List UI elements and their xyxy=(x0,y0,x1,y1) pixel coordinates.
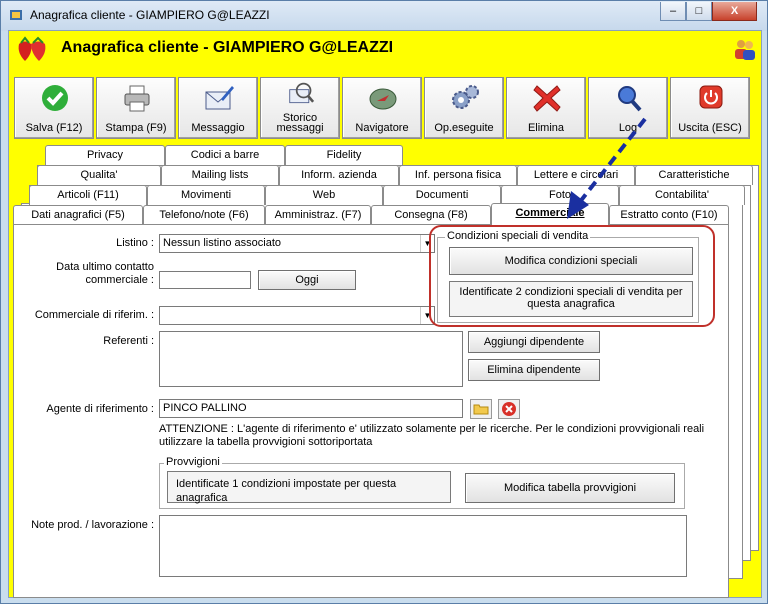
tab-mailing-lists[interactable]: Mailing lists xyxy=(161,165,279,185)
last-contact-label-2: commerciale : xyxy=(85,274,154,286)
save-label: Salva (F12) xyxy=(25,122,83,134)
client-area: Anagrafica cliente - GIAMPIERO G@LEAZZI … xyxy=(8,30,762,598)
tab-person-info[interactable]: Inf. persona fisica xyxy=(399,165,517,185)
agent-warning: ATTENZIONE : L'agente di riferimento e' … xyxy=(159,423,719,449)
folder-icon[interactable] xyxy=(470,399,492,419)
operations-label: Op.eseguite xyxy=(434,122,494,134)
strawberry-logo xyxy=(18,36,46,61)
tab-company-info[interactable]: Inform. azienda xyxy=(279,165,399,185)
search-envelope-icon xyxy=(289,82,315,104)
window-title: Anagrafica cliente - GIAMPIERO G@LEAZZI xyxy=(30,8,270,22)
message-label: Messaggio xyxy=(191,122,245,134)
commercial-select[interactable]: ▼ xyxy=(159,306,435,325)
red-x-icon xyxy=(533,85,561,112)
tab-delivery[interactable]: Consegna (F8) xyxy=(371,205,491,225)
tab-quality[interactable]: Qualita' xyxy=(37,165,161,185)
special-info-line-1: Identificate 2 condizioni speciali di ve… xyxy=(459,286,683,298)
listino-value: Nessun listino associato xyxy=(163,237,282,249)
provvigioni-title: Provvigioni xyxy=(164,456,222,468)
special-info-line-2: questa anagrafica xyxy=(527,298,615,310)
navigator-label: Navigatore xyxy=(355,122,409,134)
check-icon xyxy=(42,85,68,111)
tab-documents[interactable]: Documenti xyxy=(383,185,501,205)
exit-button[interactable]: Uscita (ESC) xyxy=(670,77,750,139)
header: Anagrafica cliente - GIAMPIERO G@LEAZZI xyxy=(9,31,761,67)
commercial-label: Commerciale di riferim. : xyxy=(34,309,154,321)
history-label-2: messaggi xyxy=(276,122,324,134)
envelope-pen-icon xyxy=(205,86,234,110)
notes-textarea[interactable] xyxy=(159,515,687,577)
message-button[interactable]: Messaggio xyxy=(178,77,258,139)
users-icon[interactable] xyxy=(733,37,757,61)
agent-field[interactable]: PINCO PALLINO xyxy=(159,399,463,418)
listino-label: Listino : xyxy=(116,237,154,249)
special-conditions-title: Condizioni speciali di vendita xyxy=(445,230,591,242)
special-conditions-info: Identificate 2 condizioni speciali di ve… xyxy=(449,281,693,317)
page-title: Anagrafica cliente - GIAMPIERO G@LEAZZI xyxy=(61,39,394,56)
tab-phone-notes[interactable]: Telefono/note (F6) xyxy=(143,205,265,225)
tab-barcodes[interactable]: Codici a barre xyxy=(165,145,285,165)
tab-web[interactable]: Web xyxy=(265,185,383,205)
remove-employee-button[interactable]: Elimina dipendente xyxy=(468,359,600,381)
warning-line-1: ATTENZIONE : L'agente di riferimento e' … xyxy=(159,423,705,435)
listino-select[interactable]: Nessun listino associato ▼ xyxy=(159,234,435,253)
warning-line-2: utilizzare la tabella provvigioni sottor… xyxy=(159,436,373,448)
referenti-list[interactable] xyxy=(159,331,463,387)
maximize-button[interactable]: □ xyxy=(686,2,712,21)
last-contact-label-1: Data ultimo contatto xyxy=(56,261,154,273)
clear-red-x-icon[interactable] xyxy=(498,399,520,419)
notes-label: Note prod. / lavorazione : xyxy=(31,519,154,531)
gears-icon xyxy=(452,85,479,109)
callout-arrow xyxy=(567,117,647,219)
referenti-label: Referenti : xyxy=(103,335,154,347)
printer-icon xyxy=(124,85,150,112)
tab-fidelity[interactable]: Fidelity xyxy=(285,145,403,165)
edit-commissions-button[interactable]: Modifica tabella provvigioni xyxy=(465,473,675,503)
operations-button[interactable]: Op.eseguite xyxy=(424,77,504,139)
save-button[interactable]: Salva (F12) xyxy=(14,77,94,139)
tab-administration[interactable]: Amministraz. (F7) xyxy=(265,205,371,225)
edit-special-conditions-button[interactable]: Modifica condizioni speciali xyxy=(449,247,693,275)
tab-personal-data[interactable]: Dati anagrafici (F5) xyxy=(13,205,143,225)
add-employee-button[interactable]: Aggiungi dipendente xyxy=(468,331,600,353)
app-window: Anagrafica cliente - GIAMPIERO G@LEAZZI … xyxy=(0,0,768,604)
tab-movements[interactable]: Movimenti xyxy=(147,185,265,205)
exit-label: Uscita (ESC) xyxy=(678,122,742,134)
today-button[interactable]: Oggi xyxy=(258,270,356,290)
agent-label: Agente di riferimento : xyxy=(46,403,154,415)
tab-articles[interactable]: Articoli (F11) xyxy=(29,185,147,205)
title-bar[interactable]: Anagrafica cliente - GIAMPIERO G@LEAZZI … xyxy=(1,1,767,31)
power-icon xyxy=(699,85,723,109)
print-button[interactable]: Stampa (F9) xyxy=(96,77,176,139)
minimize-button[interactable]: – xyxy=(660,2,686,21)
message-history-button[interactable]: Storico messaggi xyxy=(260,77,340,139)
log-search-icon xyxy=(618,86,642,112)
tab-privacy[interactable]: Privacy xyxy=(45,145,165,165)
app-icon xyxy=(10,10,22,20)
provvigioni-info: Identificate 1 condizioni impostate per … xyxy=(167,471,451,504)
last-contact-date-field[interactable] xyxy=(159,271,251,289)
compass-icon xyxy=(369,88,397,110)
navigator-button[interactable]: Navigatore xyxy=(342,77,422,139)
print-label: Stampa (F9) xyxy=(105,122,167,134)
close-button[interactable]: X xyxy=(712,2,757,21)
